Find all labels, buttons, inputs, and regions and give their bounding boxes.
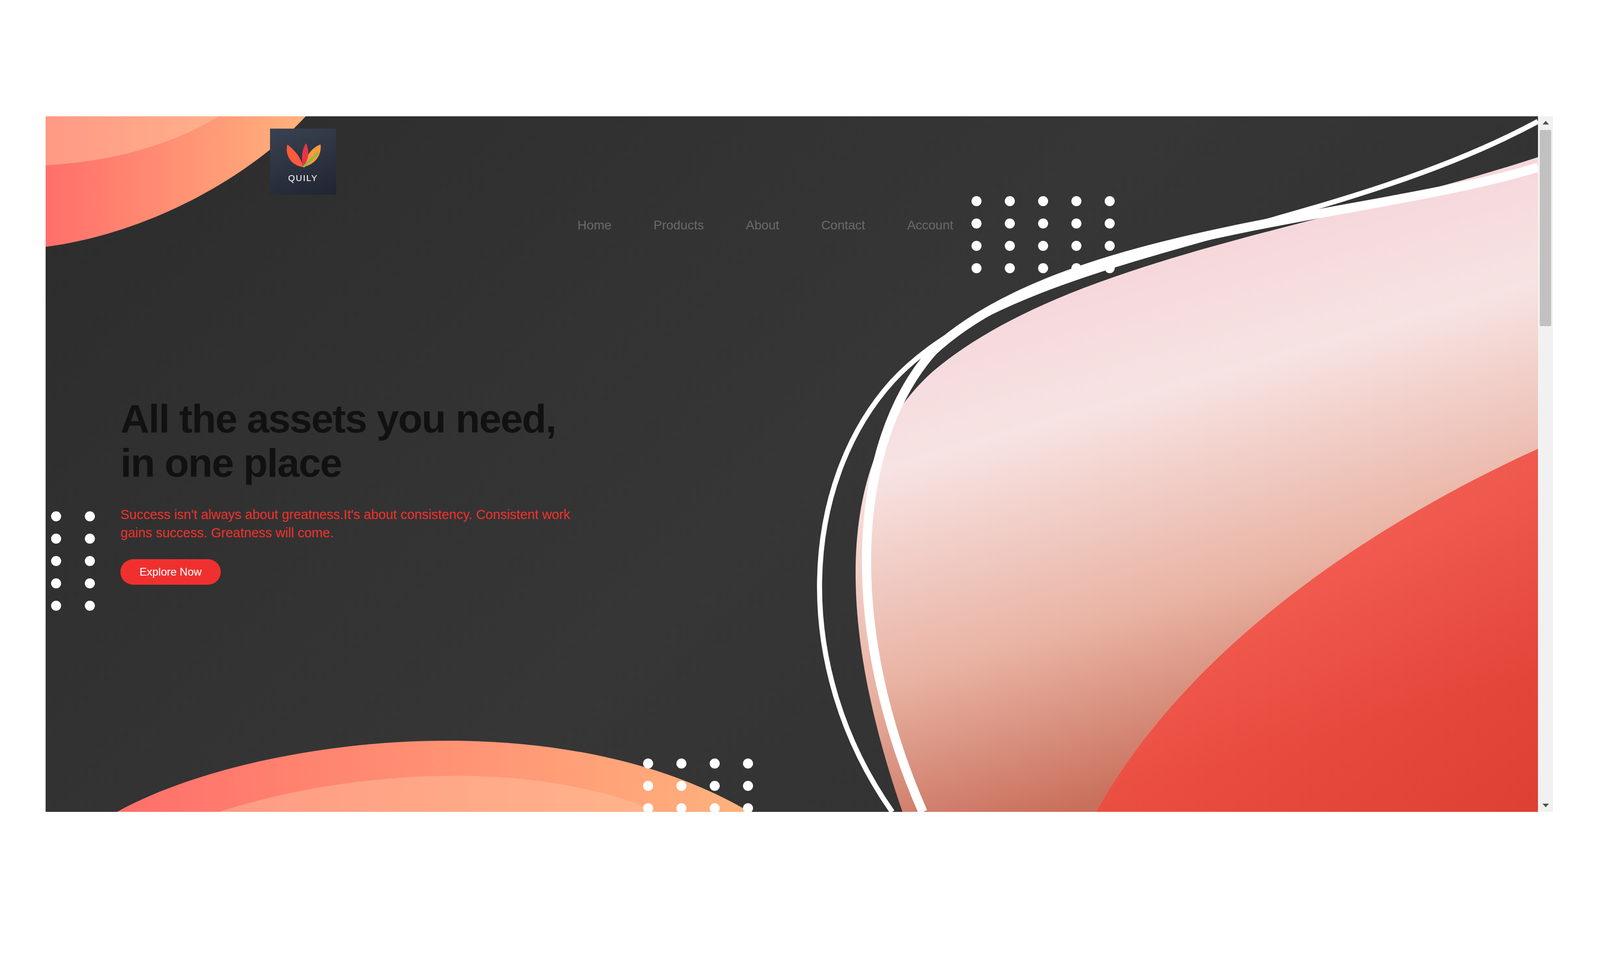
explore-button[interactable]: Explore Now	[120, 559, 221, 585]
dot	[84, 511, 95, 522]
dot	[709, 780, 720, 791]
dot	[1004, 263, 1015, 274]
dot	[51, 578, 62, 589]
dot	[1071, 218, 1082, 229]
hero-text: Success isn't always about greatness.It'…	[120, 505, 586, 542]
hero-heading: All the assets you need,in one place	[120, 396, 556, 486]
dot	[971, 196, 982, 207]
dot	[51, 533, 62, 544]
dot	[643, 803, 654, 812]
dot	[709, 758, 720, 769]
scroll-thumb[interactable]	[1539, 129, 1552, 327]
dot	[971, 218, 982, 229]
page: QUILY Home Products About Contact Account All …	[0, 0, 1600, 956]
corner-blob	[45, 116, 306, 247]
dot	[971, 240, 982, 251]
dot	[709, 803, 720, 812]
dot	[1038, 240, 1049, 251]
hero-photo	[855, 156, 1538, 812]
dot-grid	[51, 511, 95, 611]
dot	[643, 780, 654, 791]
photo-overlay	[1096, 448, 1538, 812]
scrollbar[interactable]	[1537, 116, 1554, 812]
nav-link[interactable]: About	[745, 218, 780, 233]
header: QUILY Home Products About Contact Account	[45, 116, 1538, 233]
feather-icon	[283, 140, 324, 170]
main-nav: Home Products About Contact Account	[577, 218, 954, 233]
dot	[1104, 218, 1115, 229]
nav-link[interactable]: Account	[907, 218, 954, 233]
dot	[84, 555, 95, 567]
hero: All the assets you need,in one place Succ…	[45, 396, 1538, 585]
logo[interactable]: QUILY	[270, 128, 337, 195]
dot	[1104, 196, 1115, 207]
dot	[742, 758, 754, 769]
browser-frame: QUILY Home Products About Contact Account All …	[45, 116, 1554, 812]
white-swoosh	[866, 167, 1538, 812]
nav-link[interactable]: Products	[653, 218, 705, 233]
dot	[643, 758, 654, 769]
logo-text: QUILY	[288, 173, 319, 184]
dot-grid	[643, 758, 754, 812]
scroll-up-icon[interactable]	[1542, 120, 1549, 125]
dot	[51, 511, 62, 522]
dot	[742, 803, 754, 812]
dot	[676, 758, 687, 769]
dot	[1038, 218, 1049, 229]
dot	[1104, 240, 1115, 251]
bottom-blob	[117, 740, 750, 812]
dot	[971, 263, 982, 274]
corner-blob	[45, 116, 219, 166]
dot	[1071, 196, 1082, 207]
dot	[1038, 263, 1049, 274]
heading-line: in one place	[120, 441, 556, 486]
dot	[51, 600, 62, 611]
dot	[84, 578, 95, 589]
dot	[1004, 196, 1015, 207]
dot	[742, 780, 754, 791]
dot	[51, 555, 62, 567]
dot	[84, 600, 95, 611]
white-swoosh	[819, 121, 1538, 812]
dot	[676, 803, 687, 812]
bottom-blob	[218, 775, 658, 812]
heading-line: All the assets you need,	[120, 396, 556, 442]
nav-link[interactable]: Contact	[820, 218, 866, 233]
nav-link[interactable]: Home	[577, 218, 612, 233]
scroll-track[interactable]	[1537, 129, 1554, 800]
dot	[676, 780, 687, 791]
dot	[1004, 240, 1015, 251]
scroll-down-icon[interactable]	[1542, 803, 1549, 808]
dot	[84, 533, 95, 544]
dot	[1004, 218, 1015, 229]
dot	[1071, 240, 1082, 251]
landing-page: QUILY Home Products About Contact Account All …	[45, 116, 1538, 812]
dot	[1038, 196, 1049, 207]
